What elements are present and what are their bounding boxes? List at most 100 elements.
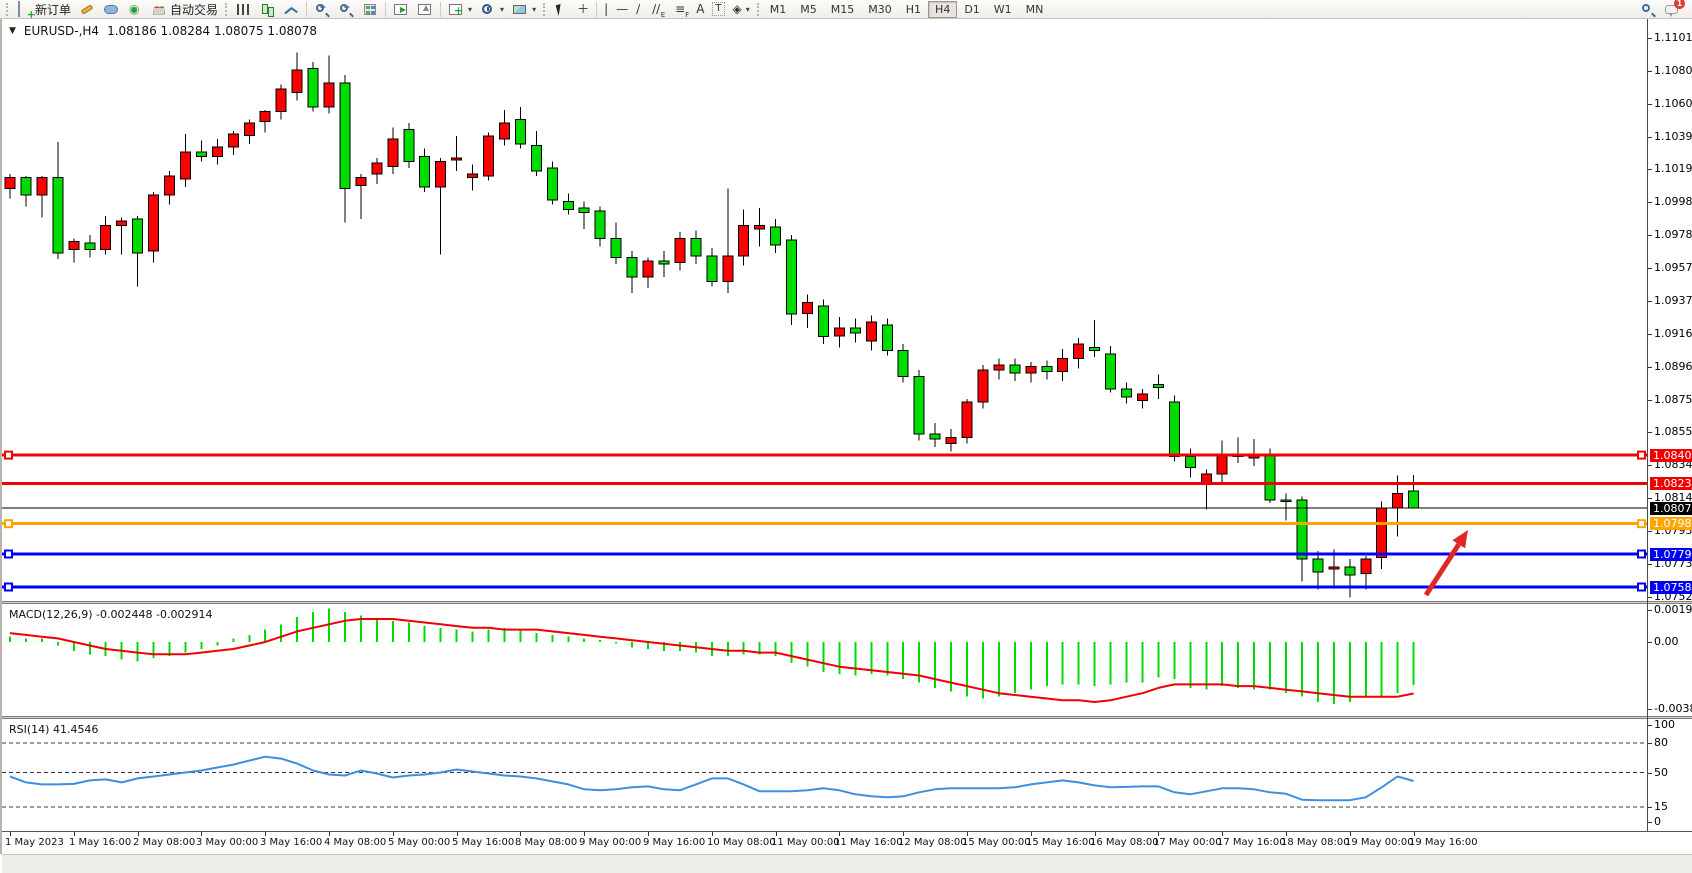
candle-up[interactable] (436, 161, 446, 187)
periods-button[interactable]: ▾ (476, 1, 508, 18)
macd-pane[interactable] (2, 604, 1647, 716)
candle-up[interactable] (643, 261, 653, 277)
time-axis[interactable]: 1 May 20231 May 16:002 May 08:003 May 00… (2, 831, 1692, 854)
timeframe-button-w1[interactable]: W1 (987, 1, 1019, 18)
candle-down[interactable] (53, 178, 63, 253)
candle-up[interactable] (180, 152, 190, 179)
rsi-pane[interactable] (2, 719, 1647, 831)
metaeditor-button[interactable] (75, 1, 99, 18)
candle-down[interactable] (1297, 500, 1307, 559)
candle-down[interactable] (930, 434, 940, 439)
bar-chart-button[interactable] (231, 1, 255, 18)
fibonacci-button[interactable]: ≡F (668, 1, 692, 18)
candle-up[interactable] (149, 195, 159, 251)
line-anchor-left[interactable] (5, 584, 12, 591)
candle-down[interactable] (1345, 567, 1355, 575)
vertical-line-button[interactable]: | (600, 1, 612, 18)
candle-down[interactable] (627, 258, 637, 277)
candle-up[interactable] (1217, 455, 1227, 474)
candle-up[interactable] (1393, 493, 1403, 507)
candle-down[interactable] (531, 145, 541, 171)
candle-down[interactable] (818, 306, 828, 337)
timeframe-button-m5[interactable]: M5 (793, 1, 824, 18)
candle-up[interactable] (1361, 559, 1371, 573)
chart-shift-button[interactable]: ▲ (413, 1, 437, 18)
text-label-button[interactable]: T (708, 1, 728, 18)
candle-down[interactable] (563, 202, 573, 210)
candle-up[interactable] (1329, 567, 1339, 569)
line-anchor-right[interactable] (1638, 584, 1645, 591)
new-order-button[interactable]: 新订单 (12, 1, 75, 18)
candle-down[interactable] (579, 208, 589, 213)
chart-title[interactable]: ▼ EURUSD-,H4 1.08186 1.08284 1.08075 1.0… (9, 24, 317, 38)
candle-down[interactable] (691, 238, 701, 256)
chart-title-collapse-icon[interactable]: ▼ (9, 26, 16, 36)
search-button[interactable] (1636, 1, 1660, 18)
candlestick-chart-button[interactable] (255, 1, 279, 18)
candle-down[interactable] (1409, 491, 1419, 508)
timeframe-button-d1[interactable]: D1 (957, 1, 986, 18)
candle-up[interactable] (484, 136, 494, 176)
candle-up[interactable] (1026, 367, 1036, 373)
signals-button[interactable]: ◉ (123, 1, 147, 18)
candle-up[interactable] (994, 365, 1004, 370)
candle-down[interactable] (1042, 367, 1052, 372)
candle-up[interactable] (1058, 359, 1068, 372)
candle-down[interactable] (914, 376, 924, 434)
shapes-button[interactable]: ◈▾ (729, 1, 754, 18)
candle-down[interactable] (1313, 559, 1323, 572)
candle-down[interactable] (1122, 389, 1132, 397)
candle-up[interactable] (739, 226, 749, 257)
timeframe-button-m1[interactable]: M1 (763, 1, 794, 18)
candle-down[interactable] (133, 219, 143, 253)
candle-down[interactable] (308, 68, 318, 107)
candle-up[interactable] (1074, 344, 1084, 358)
candle-up[interactable] (755, 226, 765, 229)
candle-down[interactable] (196, 152, 206, 157)
rsi-axis[interactable]: 1008050150 (1648, 719, 1692, 831)
candle-up[interactable] (356, 178, 366, 186)
cursor-button[interactable] (549, 1, 573, 18)
candle-down[interactable] (1185, 457, 1195, 468)
trendline-button[interactable]: ∕ (632, 1, 644, 18)
candle-down[interactable] (1169, 402, 1179, 457)
candle-up[interactable] (946, 437, 956, 443)
candle-up[interactable] (388, 139, 398, 166)
candle-up[interactable] (276, 89, 286, 112)
price-chart-pane[interactable] (2, 19, 1647, 601)
candle-up[interactable] (372, 163, 382, 174)
notifications-button[interactable]: 1 (1660, 1, 1684, 18)
timeframe-button-h4[interactable]: H4 (928, 1, 957, 18)
timeframe-button-h1[interactable]: H1 (899, 1, 928, 18)
candle-up[interactable] (834, 328, 844, 336)
candle-down[interactable] (404, 129, 414, 161)
zoom-out-button[interactable]: − (334, 1, 358, 18)
candle-down[interactable] (1265, 455, 1275, 500)
candle-down[interactable] (1010, 365, 1020, 373)
candle-down[interactable] (882, 325, 892, 351)
candle-down[interactable] (1106, 354, 1116, 389)
candle-down[interactable] (1090, 347, 1100, 350)
candle-up[interactable] (117, 221, 127, 226)
candle-up[interactable] (452, 158, 462, 160)
candle-down[interactable] (1281, 500, 1291, 502)
candle-up[interactable] (212, 147, 222, 157)
candle-down[interactable] (515, 120, 525, 144)
candle-up[interactable] (468, 174, 478, 177)
candle-up[interactable] (165, 176, 175, 195)
candle-up[interactable] (101, 226, 111, 250)
line-anchor-left[interactable] (5, 520, 12, 527)
line-anchor-left[interactable] (5, 551, 12, 558)
line-anchor-right[interactable] (1638, 551, 1645, 558)
candle-up[interactable] (324, 83, 334, 107)
channel-button[interactable]: ∕∕E (644, 1, 668, 18)
candle-down[interactable] (707, 256, 717, 282)
community-button[interactable] (99, 1, 123, 18)
candle-down[interactable] (850, 328, 860, 333)
candle-down[interactable] (420, 157, 430, 188)
templates-button[interactable]: ▾ (508, 1, 540, 18)
candle-up[interactable] (978, 370, 988, 402)
candle-down[interactable] (898, 351, 908, 377)
auto-scroll-button[interactable]: ▶ (389, 1, 413, 18)
candle-down[interactable] (1153, 384, 1163, 387)
